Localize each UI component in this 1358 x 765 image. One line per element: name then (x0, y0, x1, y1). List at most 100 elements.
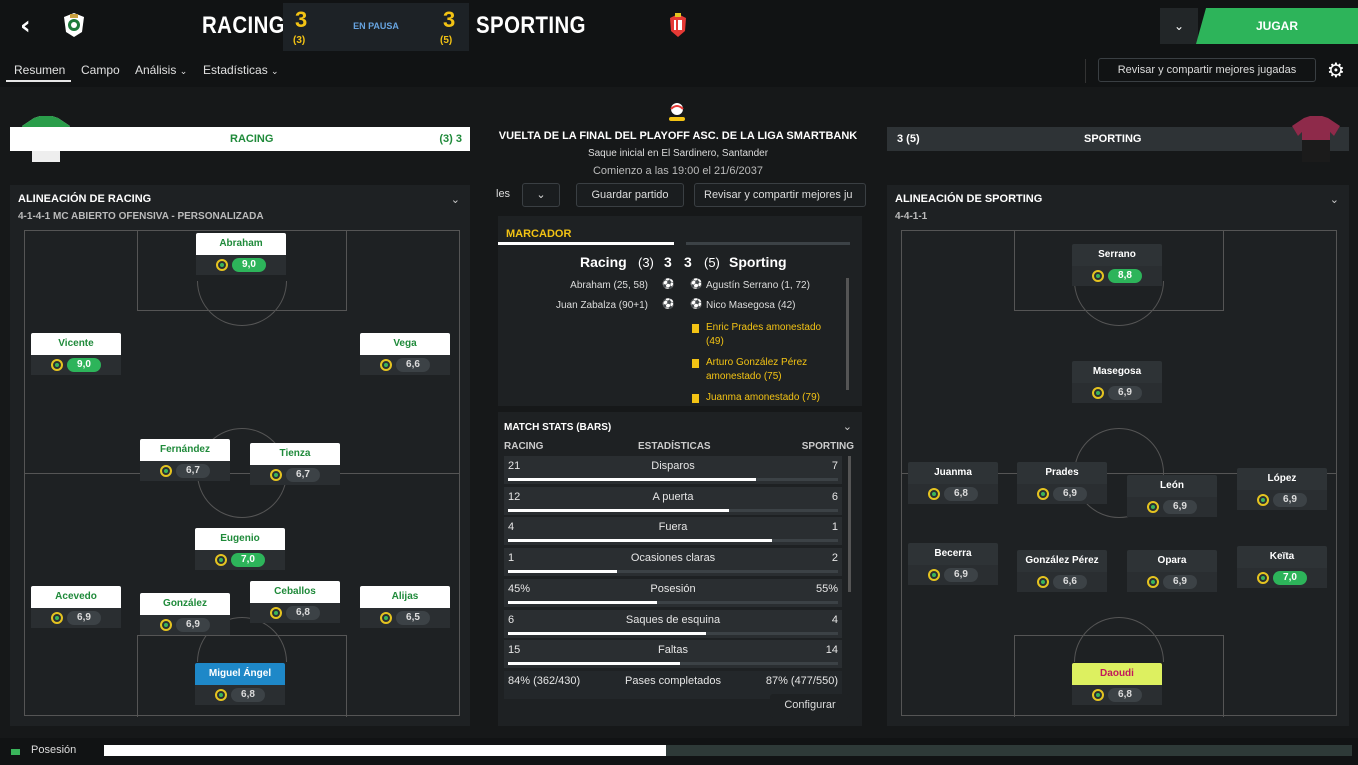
gear-icon[interactable]: ⚙ (1324, 58, 1348, 82)
stat-name: Posesión (650, 582, 696, 595)
score-away-pens: (5) (704, 255, 720, 270)
player-rating: 6,8 (286, 606, 320, 620)
away-team-header: 3 (5) SPORTING (887, 127, 1349, 151)
tab-summary[interactable]: Resumen (14, 63, 65, 77)
home-team-header: RACING (3) 3 (10, 127, 470, 151)
player-rating: 6,8 (944, 487, 978, 501)
kickoff-venue: Saque inicial en El Sardinero, Santander (587, 148, 769, 159)
player-name: Opara (1127, 550, 1217, 572)
player-name: Serrano (1072, 244, 1162, 266)
rating-ring-icon (215, 689, 227, 701)
away-player-card[interactable]: Prades 6,9 (1017, 462, 1107, 506)
stat-bar-fill (508, 570, 617, 574)
home-team-label: RACING (230, 133, 274, 145)
save-match-button[interactable]: Guardar partido (576, 183, 684, 207)
home-player-card[interactable]: Fernández 6,7 (140, 439, 230, 483)
home-player-card[interactable]: Vicente 9,0 (31, 333, 121, 377)
player-rating-row: 6,9 (1017, 484, 1107, 504)
stat-home-value: 15 (508, 644, 521, 657)
stat-away-value: 87% (477/550) (765, 674, 838, 687)
card-event: Juanma amonestado (79) (706, 392, 820, 402)
home-player-card[interactable]: Tienza 6,7 (250, 443, 340, 487)
rating-ring-icon (51, 359, 63, 371)
player-name: Masegosa (1072, 361, 1162, 383)
ball-icon: ⚽ (662, 279, 675, 290)
stat-name: Ocasiones claras (630, 552, 716, 565)
scrollbar[interactable] (848, 456, 851, 592)
player-name: Keïta (1237, 546, 1327, 568)
card-event: amonestado (75) (706, 371, 782, 382)
yellow-card-icon (692, 359, 699, 368)
player-rating-row: 6,6 (360, 355, 450, 375)
away-player-card[interactable]: Daoudi 6,8 (1072, 663, 1162, 707)
card-event: Arturo González Pérez (706, 357, 808, 368)
player-rating: 6,9 (944, 568, 978, 582)
player-rating-row: 7,0 (1237, 568, 1327, 588)
stat-bar-fill (508, 631, 706, 635)
stat-name: Fuera (658, 521, 688, 534)
player-rating-row: 6,6 (1017, 572, 1107, 592)
stat-away-value: 6 (831, 490, 838, 503)
away-player-card[interactable]: Keïta 7,0 (1237, 546, 1327, 590)
home-player-card[interactable]: González 6,9 (140, 593, 230, 637)
away-player-card[interactable]: Opara 6,9 (1127, 550, 1217, 594)
away-player-card[interactable]: Juanma 6,8 (908, 462, 998, 506)
home-player-card[interactable]: Ceballos 6,8 (250, 581, 340, 625)
tab-stats-label: Estadísticas (203, 63, 268, 77)
tab-analysis[interactable]: Análisis ⌄ (135, 63, 187, 77)
player-rating-row: 7,0 (195, 550, 285, 570)
score-away-goals: 3 (684, 254, 692, 270)
configure-button[interactable]: Configurar (770, 694, 850, 718)
share-highlights-button[interactable]: Revisar y compartir mejores jugadas (1098, 58, 1316, 82)
chevron-down-icon[interactable]: ⌄ (1330, 193, 1339, 206)
home-player-card[interactable]: Eugenio 7,0 (195, 528, 285, 572)
stat-name: A puerta (652, 490, 694, 503)
play-button[interactable]: JUGAR (1196, 8, 1358, 44)
stat-name: Disparos (651, 460, 695, 472)
player-rating-row: 6,7 (140, 461, 230, 481)
player-rating: 6,8 (231, 688, 265, 702)
ball-icon: ⚽ (662, 299, 675, 310)
player-rating-row: 6,8 (250, 603, 340, 623)
player-rating: 9,0 (232, 258, 266, 272)
scrollbar[interactable] (846, 278, 849, 390)
card-event: Enric Prades amonestado (706, 322, 822, 333)
home-player-card[interactable]: Alijas 6,5 (360, 586, 450, 630)
back-icon[interactable]: ‹ (20, 12, 48, 40)
away-player-card[interactable]: Serrano 8,8 (1072, 244, 1162, 288)
away-player-card[interactable]: León 6,9 (1127, 475, 1217, 519)
away-team-label: SPORTING (1084, 133, 1142, 145)
away-team-name: SPORTING (476, 12, 586, 39)
chevron-down-icon[interactable]: ⌄ (1160, 8, 1198, 44)
view-dropdown-label[interactable]: les (488, 183, 518, 207)
stat-home-value: 84% (362/430) (508, 674, 581, 687)
home-player-card[interactable]: Vega 6,6 (360, 333, 450, 377)
stat-bar-fill (508, 478, 756, 481)
away-player-card[interactable]: Masegosa 6,9 (1072, 361, 1162, 405)
player-name: Vicente (31, 333, 121, 355)
away-formation: 4-4-1-1 (895, 211, 928, 222)
tab-stats[interactable]: Estadísticas ⌄ (203, 63, 279, 77)
stat-home-value: 4 (508, 521, 515, 534)
home-player-card[interactable]: Acevedo 6,9 (31, 586, 121, 630)
away-player-card[interactable]: López 6,9 (1237, 468, 1327, 512)
chevron-down-icon[interactable]: ⌄ (522, 183, 560, 207)
home-player-card[interactable]: Abraham 9,0 (196, 233, 286, 277)
player-name: López (1237, 468, 1327, 490)
stat-away-value: 14 (825, 644, 838, 657)
stat-name: Saques de esquina (625, 613, 721, 626)
away-goal-event: Agustín Serrano (1, 72) (706, 280, 810, 291)
tab-pitch[interactable]: Campo (81, 63, 120, 77)
rating-ring-icon (216, 259, 228, 271)
home-team-name: RACING (202, 12, 286, 39)
away-player-card[interactable]: Becerra 6,9 (908, 543, 998, 587)
chevron-down-icon[interactable]: ⌄ (843, 420, 852, 433)
chevron-down-icon[interactable]: ⌄ (451, 193, 460, 206)
scoreboard-top: 3 (3) EN PAUSA 3 (5) (283, 3, 469, 51)
possession-track (104, 745, 1352, 756)
away-player-card[interactable]: González Pérez 6,6 (1017, 550, 1107, 594)
home-player-card[interactable]: Miguel Ángel 6,8 (195, 663, 285, 707)
stats-title: MATCH STATS (BARS) (504, 422, 612, 433)
stat-row: Fuera 4 1 (504, 517, 842, 546)
share-highlights-button-2[interactable]: Revisar y compartir mejores ju (694, 183, 866, 207)
